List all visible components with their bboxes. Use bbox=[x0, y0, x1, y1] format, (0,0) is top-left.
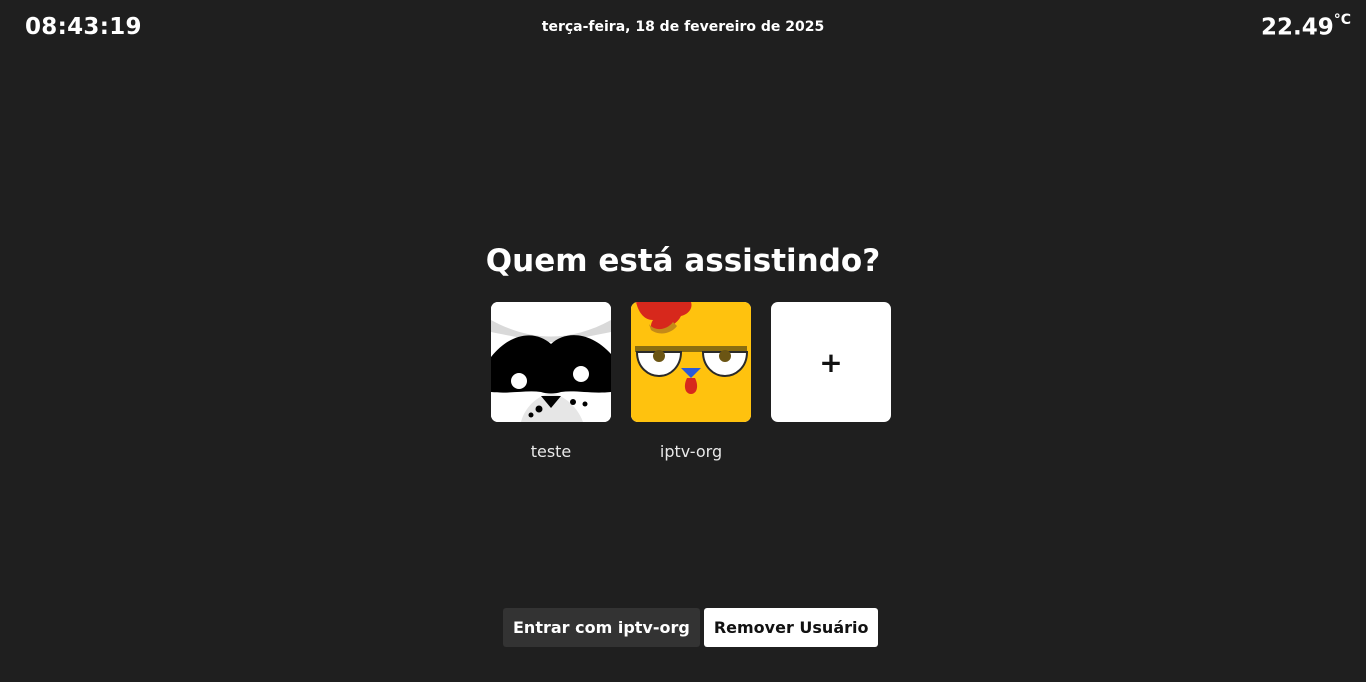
raccoon-mask-avatar-svg bbox=[491, 302, 611, 422]
date-label: terça-feira, 18 de fevereiro de 2025 bbox=[541, 19, 825, 35]
add-profile-button[interactable]: + bbox=[771, 302, 891, 422]
page-title: Quem está assistindo? bbox=[485, 243, 881, 279]
temperature-value: 22.49 bbox=[1260, 14, 1334, 41]
yellow-chicken-avatar-icon[interactable] bbox=[631, 302, 751, 422]
action-bar: Entrar com iptv-org Remover Usuário bbox=[503, 608, 879, 647]
plus-icon: + bbox=[819, 345, 843, 379]
profile-list: teste iptv-org + bbox=[491, 302, 891, 461]
add-profile[interactable]: + bbox=[771, 302, 891, 461]
temperature-unit: °C bbox=[1333, 12, 1351, 28]
profile-name: teste bbox=[530, 442, 572, 461]
yellow-chicken-avatar-svg bbox=[631, 302, 751, 422]
raccoon-mask-avatar-icon[interactable] bbox=[491, 302, 611, 422]
profile-name: iptv-org bbox=[659, 442, 723, 461]
profile-teste[interactable]: teste bbox=[491, 302, 611, 461]
login-button[interactable]: Entrar com iptv-org bbox=[503, 608, 700, 647]
remove-user-button[interactable]: Remover Usuário bbox=[703, 608, 879, 647]
profile-iptv-org[interactable]: iptv-org bbox=[631, 302, 751, 461]
temperature: 22.49°C bbox=[1260, 12, 1351, 41]
